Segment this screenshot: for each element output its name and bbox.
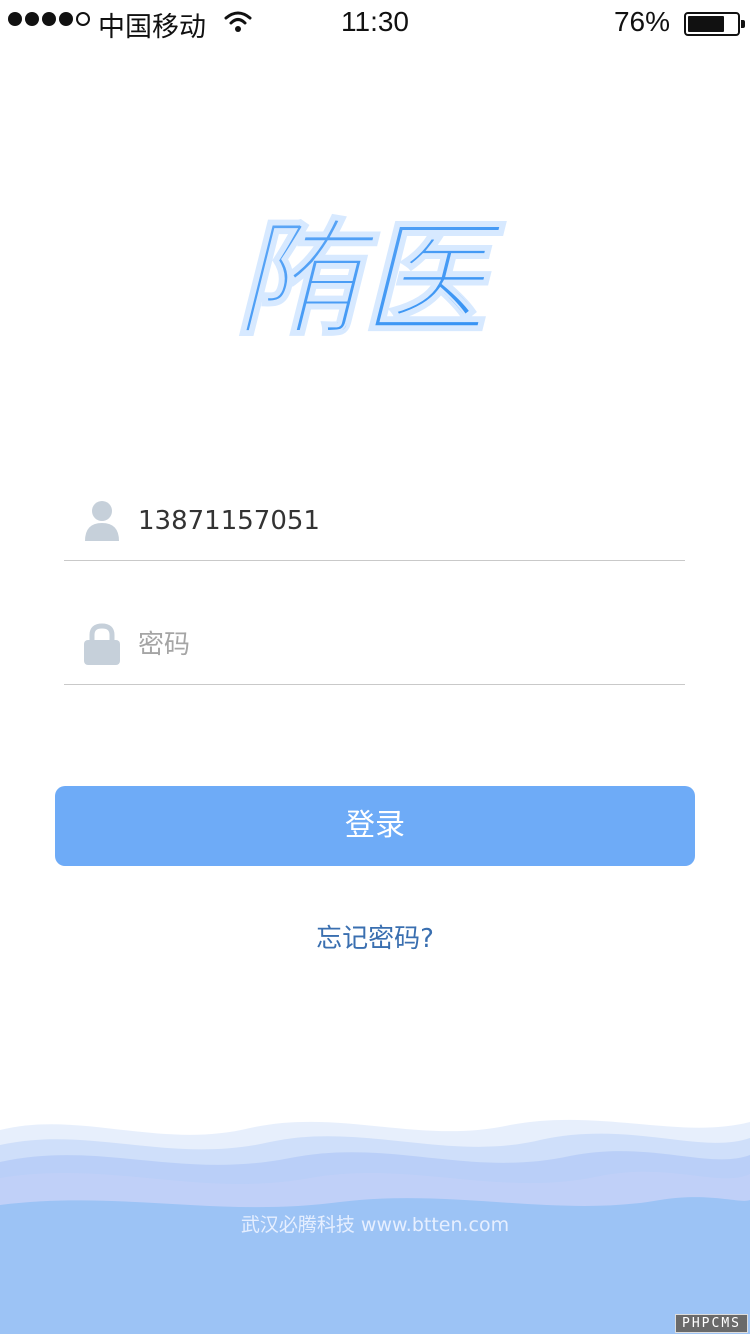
status-bar: 中国移动 11:30 76% — [0, 0, 750, 46]
user-icon — [85, 501, 119, 541]
phone-field — [64, 495, 685, 561]
phone-input[interactable] — [138, 499, 658, 543]
password-field — [64, 619, 685, 685]
password-input[interactable] — [138, 623, 658, 667]
battery-icon — [684, 12, 745, 36]
app-logo: 陏医 — [235, 205, 507, 345]
watermark-badge: PHPCMS — [675, 1314, 748, 1333]
logo-text: 陏医 — [235, 206, 506, 345]
battery-percent: 76% — [613, 6, 670, 37]
footer-company-text: 武汉必腾科技 www.btten.com — [240, 1214, 510, 1236]
forgot-password-link[interactable]: 忘记密码? — [0, 918, 750, 955]
login-button[interactable]: 登录 — [55, 786, 695, 866]
lock-icon — [84, 623, 120, 665]
